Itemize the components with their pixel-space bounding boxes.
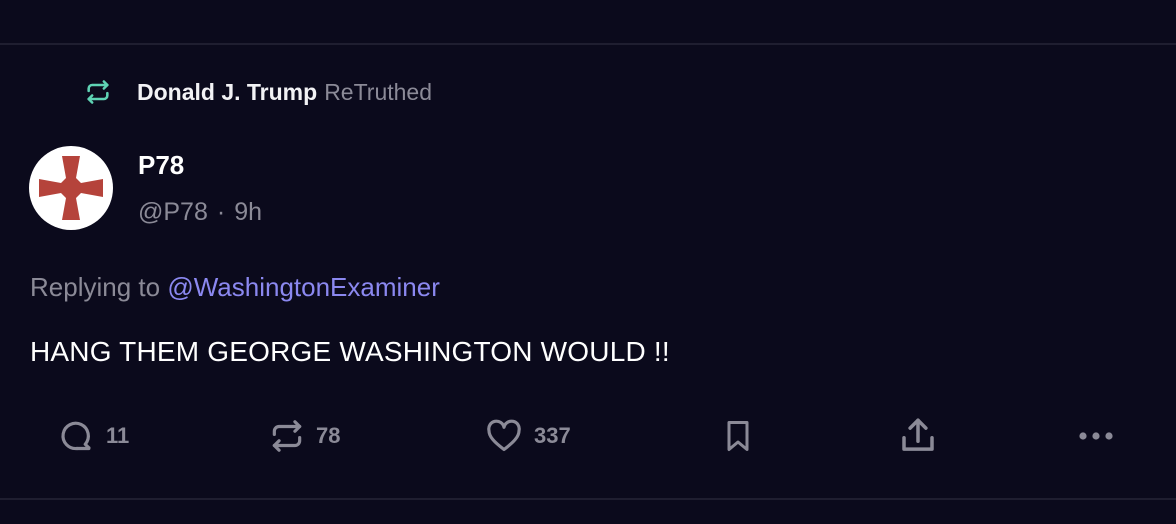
more-options-button[interactable]	[1076, 416, 1116, 456]
more-icon	[1076, 426, 1116, 446]
truth-post-view: ˘ Donald J. Trump ReTruthed P78 @P78·9h …	[0, 0, 1176, 524]
retruth-label: ReTruthed	[324, 78, 432, 105]
retruth-button[interactable]: 78	[268, 416, 340, 456]
reply-count: 11	[106, 423, 130, 448]
share-button[interactable]	[897, 416, 939, 456]
handle-row: @P78 · 9h	[138, 198, 262, 227]
bookmark-icon	[720, 416, 756, 456]
meta-separator: ·	[216, 198, 226, 226]
avatar-cross	[39, 156, 103, 220]
retruth-banner[interactable]: Donald J. Trump ReTruthed	[84, 76, 432, 108]
reply-button[interactable]: 11	[58, 416, 129, 456]
user-handle[interactable]: @P78	[138, 198, 208, 226]
post-text: HANG THEM GEORGE WASHINGTON WOULD !!	[30, 336, 670, 367]
bookmark-button[interactable]	[720, 416, 756, 456]
share-icon	[897, 415, 939, 457]
retruth-icon	[84, 78, 112, 106]
like-button[interactable]: 337	[484, 416, 571, 456]
reply-mention-link[interactable]: @WashingtonExaminer	[167, 272, 440, 302]
heart-icon	[484, 417, 524, 455]
post-time[interactable]: 9h	[234, 198, 262, 226]
replying-to: Replying to @WashingtonExaminer	[30, 272, 440, 303]
comment-icon	[58, 417, 96, 455]
avatar[interactable]	[29, 146, 113, 230]
divider	[0, 498, 1176, 500]
retruth-count: 78	[316, 423, 341, 448]
retruth-user-name[interactable]: Donald J. Trump	[137, 79, 317, 106]
like-count: 337	[534, 423, 571, 448]
reply-prefix: Replying to	[30, 272, 161, 302]
retruth-icon	[268, 417, 306, 455]
divider	[0, 43, 1176, 45]
display-name[interactable]: P78	[138, 150, 184, 181]
